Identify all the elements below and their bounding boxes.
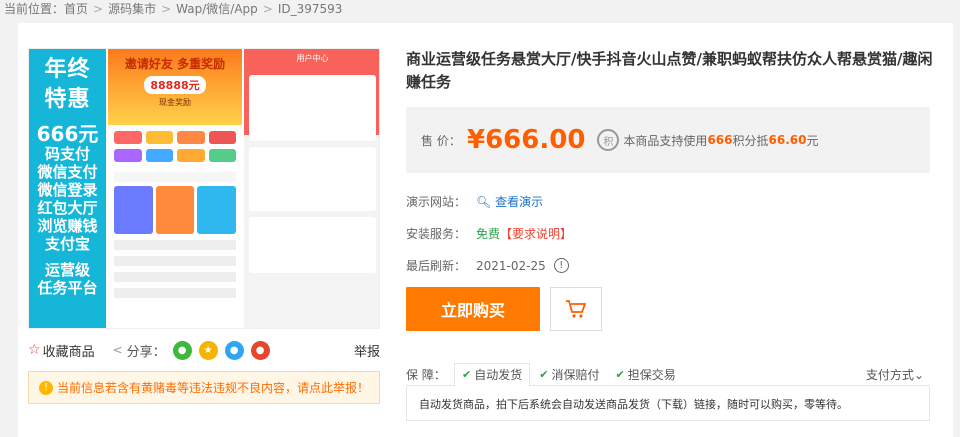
points-text-pre: 本商品支持使用 [623, 133, 708, 148]
tab-escrow[interactable]: ✔ 担保交易 [608, 363, 682, 386]
qzone-icon[interactable]: ★ [198, 340, 218, 360]
breadcrumb-label: 当前位置： [4, 2, 65, 16]
refresh-label: 最后刷新： [406, 259, 467, 273]
price-box: 售 价： ¥666.00 积 本商品支持使用 666 积分抵 66.60 元 [406, 107, 930, 173]
invite-banner: 邀请好友 多重奖励 88888元 现金奖励 [108, 49, 242, 125]
promo-banner: 年终 特惠 666元 码支付 微信支付 微信登录 红包大厅 浏览赚钱 支付宝 运… [29, 49, 106, 328]
breadcrumb-market[interactable]: 源码集市 [108, 2, 156, 16]
tab-compensation[interactable]: ✔ 消保赔付 [532, 363, 606, 386]
breadcrumb-id: ID_397593 [277, 2, 343, 16]
price-label: 售 价： [421, 133, 461, 148]
wechat-icon[interactable]: ● [172, 340, 192, 360]
points-text-suffix: 元 [806, 133, 819, 148]
cart-icon [566, 300, 587, 318]
weibo-icon[interactable]: ● [250, 340, 270, 360]
promo-line: 年终 [44, 57, 91, 82]
breadcrumb-separator: > [262, 2, 273, 16]
check-icon: ✔ [615, 367, 625, 381]
install-row: 安装服务： 免费 【要求说明】 [406, 225, 572, 242]
product-actions: ☆ 收藏商品 < 分享： ● ★ ● ● 举报 [28, 339, 380, 361]
install-value: 免费 [476, 227, 501, 241]
product-card: 年终 特惠 666元 码支付 微信支付 微信登录 红包大厅 浏览赚钱 支付宝 运… [18, 23, 953, 437]
product-image[interactable]: 年终 特惠 666元 码支付 微信支付 微信登录 红包大厅 浏览赚钱 支付宝 运… [28, 48, 380, 329]
points-info: 积 本商品支持使用 666 积分抵 66.60 元 [597, 129, 819, 151]
info-icon[interactable]: ! [553, 258, 569, 273]
guarantee-bar: 保 障： ✔ 自动发货 ✔ 消保赔付 ✔ 担保交易 支付方式⌄ [406, 362, 930, 387]
report-link[interactable]: 举报 [354, 341, 380, 360]
promo-line: 任务平台 [37, 279, 98, 297]
app-icon-grid [108, 125, 242, 168]
demo-link[interactable]: 🔍︎ 查看演示 [476, 193, 543, 210]
breadcrumb-separator: > [93, 2, 104, 16]
app-screenshot-home: 邀请好友 多重奖励 88888元 现金奖励 [108, 49, 242, 328]
chevron-down-icon: ⌄ [913, 367, 924, 382]
app-screenshot-usercenter: 用户中心 [244, 49, 379, 328]
refresh-date: 2021-02-25 [476, 258, 546, 273]
promo-line: 运营级 [44, 261, 90, 279]
points-cash: 66.60 [768, 133, 807, 147]
buy-now-button[interactable]: 立即购买 [406, 287, 540, 331]
usercenter-header: 用户中心 [296, 54, 329, 63]
app-task-tiles [108, 186, 242, 234]
check-icon: ✔ [462, 368, 472, 381]
promo-line: 红包大厅 [37, 199, 98, 217]
promo-line: 666元 [36, 122, 99, 146]
price-value: ¥666.00 [467, 125, 586, 155]
guarantee-label: 保 障： [406, 367, 446, 382]
star-icon: ☆ [28, 342, 41, 358]
invite-banner-amount: 88888元 [144, 76, 206, 94]
payment-method-dropdown[interactable]: 支付方式⌄ [866, 366, 924, 383]
check-icon: ✔ [539, 367, 549, 381]
install-label: 安装服务： [406, 227, 467, 241]
breadcrumb-category[interactable]: Wap/微信/App [176, 2, 258, 16]
usercenter-card [249, 75, 376, 141]
tab-label: 担保交易 [627, 367, 676, 382]
demo-link-label: 查看演示 [495, 195, 544, 209]
usercenter-panel [249, 217, 376, 273]
add-to-cart-button[interactable] [550, 287, 602, 331]
share-label: 分享： [126, 344, 166, 360]
report-warning-text: 当前信息若含有黄赌毒等违法违规不良内容，请点此举报！ [57, 381, 370, 395]
tab-label: 消保赔付 [551, 367, 600, 382]
guarantee-description: 自动发货商品，拍下后系统会自动发送商品发货（下载）链接，随时可以购买，零等待。 [406, 387, 930, 421]
product-title: 商业运营级任务悬赏大厅/快手抖音火山点赞/兼职蚂蚁帮扶仿众人帮悬赏猫/趣闲赚任务 [406, 50, 933, 91]
install-note-link[interactable]: 【要求说明】 [500, 225, 572, 242]
points-icon: 积 [597, 129, 620, 151]
share-group: < 分享： ● ★ ● ● [112, 340, 270, 360]
breadcrumb-separator: > [161, 2, 172, 16]
breadcrumb-home[interactable]: 首页 [64, 2, 88, 16]
lightbulb-icon: ! [39, 380, 53, 395]
breadcrumb: 当前位置：首页 > 源码集市 > Wap/微信/App > ID_397593 [4, 0, 342, 18]
favorite-label: 收藏商品 [42, 344, 95, 360]
promo-line: 码支付 [44, 145, 90, 163]
promo-line: 浏览赚钱 [37, 217, 98, 235]
qq-icon[interactable]: ● [224, 340, 244, 360]
invite-banner-sub: 现金奖励 [159, 98, 191, 107]
promo-line: 特惠 [44, 87, 91, 112]
tab-auto-delivery[interactable]: ✔ 自动发货 [454, 362, 531, 387]
tab-label: 自动发货 [474, 368, 523, 382]
promo-line: 微信支付 [37, 163, 98, 181]
points-value: 666 [707, 133, 733, 147]
refresh-row: 最后刷新： 2021-02-25 ! [406, 257, 569, 274]
payment-method-label: 支付方式 [865, 367, 914, 382]
promo-line: 微信登录 [37, 181, 98, 199]
demo-row: 演示网站： 🔍︎ 查看演示 [406, 193, 543, 210]
points-text-mid: 积分抵 [732, 133, 769, 148]
demo-label: 演示网站： [406, 195, 467, 209]
share-icon: < [112, 343, 123, 357]
favorite-button[interactable]: ☆ 收藏商品 [28, 341, 95, 360]
promo-line: 支付宝 [44, 235, 90, 253]
usercenter-panel [249, 147, 376, 211]
search-icon: 🔍︎ [476, 195, 492, 209]
invite-banner-title: 邀请好友 多重奖励 [124, 57, 226, 71]
report-warning[interactable]: ! 当前信息若含有黄赌毒等违法违规不良内容，请点此举报！ [28, 371, 380, 404]
